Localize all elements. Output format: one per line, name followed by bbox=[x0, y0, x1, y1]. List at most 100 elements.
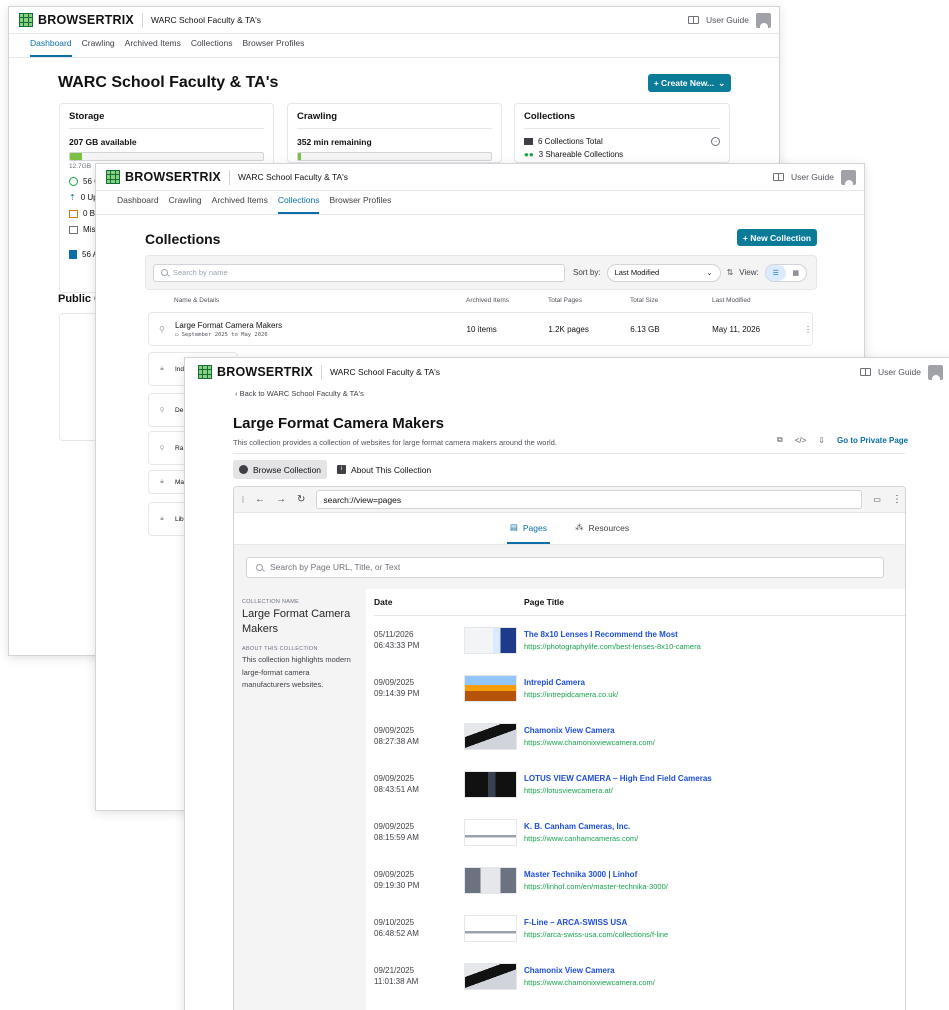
page-thumbnail[interactable] bbox=[464, 818, 517, 846]
tab-about-collection[interactable]: i About This Collection bbox=[331, 460, 437, 479]
col-date: Date bbox=[374, 597, 393, 607]
url-input[interactable]: search://view=pages bbox=[316, 490, 863, 509]
tab-browse-collection[interactable]: Browse Collection bbox=[233, 460, 328, 479]
more-options-icon[interactable]: ⋮ bbox=[892, 494, 902, 505]
page-url[interactable]: https://www.chamonixviewcamera.com/ bbox=[524, 738, 905, 747]
back-arrow-icon[interactable]: ← bbox=[255, 494, 265, 505]
page-url[interactable]: https://www.canhamcameras.com/ bbox=[524, 834, 905, 843]
table-row[interactable]: 09/09/2025 08:27:38 AM Chamonix View Camer… bbox=[374, 712, 905, 760]
collections-card-title: Collections bbox=[524, 111, 720, 129]
page-url[interactable]: https://linhof.com/en/master-technika-30… bbox=[524, 882, 905, 891]
table-row[interactable]: ⚲ Large Format Camera Makers ▭ September … bbox=[148, 312, 813, 346]
page-url[interactable]: https://lotusviewcamera.at/ bbox=[524, 786, 905, 795]
main-nav: Dashboard Crawling Archived Items Collec… bbox=[96, 191, 864, 215]
private-page-link[interactable]: Go to Private Page bbox=[837, 436, 908, 445]
list-view-icon[interactable]: ☰ bbox=[765, 264, 786, 281]
top-bar: BROWSERTRIX WARC School Faculty & TA's U… bbox=[96, 164, 864, 191]
collection-title: Large Format Camera Makers bbox=[233, 415, 444, 432]
table-row[interactable]: 09/09/2025 09:14:39 PM Intrepid Camera http… bbox=[374, 664, 905, 712]
user-guide-link[interactable]: User Guide bbox=[791, 172, 834, 182]
page-title-link[interactable]: F-Line – ARCA-SWISS USA bbox=[524, 918, 905, 927]
download-icon[interactable]: ⇩ bbox=[818, 436, 825, 445]
link-icon: ⚲ bbox=[159, 445, 165, 452]
page-title-link[interactable]: K. B. Canham Cameras, Inc. bbox=[524, 822, 905, 831]
page-url[interactable]: https://www.chamonixviewcamera.com/ bbox=[524, 978, 905, 987]
nav-browser-profiles[interactable]: Browser Profiles bbox=[242, 38, 304, 57]
page-title-link[interactable]: LOTUS VIEW CAMERA – High End Field Camer… bbox=[524, 774, 905, 783]
pages-list: Date Page Title 05/11/2026 06:43:33 PM The… bbox=[366, 589, 905, 1010]
check-circle-icon bbox=[69, 177, 78, 186]
new-collection-button[interactable]: + New Collection bbox=[737, 229, 817, 246]
back-link[interactable]: ‹ Back to WARC School Faculty & TA's bbox=[235, 389, 364, 398]
crawl-meter-fill bbox=[298, 153, 301, 160]
user-guide-link[interactable]: User Guide bbox=[706, 15, 749, 25]
org-name[interactable]: WARC School Faculty & TA's bbox=[151, 15, 261, 25]
nav-crawling[interactable]: Crawling bbox=[82, 38, 115, 57]
table-row[interactable]: 09/21/2025 11:01:38 AM Chamonix View Camer… bbox=[374, 952, 905, 1000]
table-row[interactable]: 09/09/2025 08:43:51 AM LOTUS VIEW CAMERA –… bbox=[374, 760, 905, 808]
table-row[interactable]: 09/10/2025 06:48:52 AM F-Line – ARCA-SWISS… bbox=[374, 904, 905, 952]
page-thumbnail[interactable] bbox=[464, 770, 517, 798]
sort-direction-icon[interactable]: ⇅ bbox=[727, 268, 734, 277]
nav-browser-profiles[interactable]: Browser Profiles bbox=[329, 195, 391, 214]
page-thumbnail[interactable] bbox=[464, 722, 517, 750]
nav-collections[interactable]: Collections bbox=[191, 38, 233, 57]
sidebar-toggle-icon[interactable] bbox=[242, 496, 244, 503]
page-title-link[interactable]: Chamonix View Camera bbox=[524, 966, 905, 975]
page-title-link[interactable]: Chamonix View Camera bbox=[524, 726, 905, 735]
search-input[interactable]: Search by name bbox=[153, 263, 565, 282]
page-url[interactable]: https://arca-swiss-usa.com/collections/f… bbox=[524, 930, 905, 939]
brand-logo[interactable]: BROWSERTRIX bbox=[198, 365, 313, 379]
nav-dashboard[interactable]: Dashboard bbox=[117, 195, 159, 214]
copy-icon[interactable]: ⧉ bbox=[777, 435, 783, 445]
page-thumbnail[interactable] bbox=[464, 962, 517, 990]
page-date: 09/09/2025 08:43:51 AM bbox=[374, 773, 419, 795]
brand-logo[interactable]: BROWSERTRIX bbox=[19, 13, 134, 27]
page-thumbnail[interactable] bbox=[464, 914, 517, 942]
collection-name[interactable]: Large Format Camera Makers bbox=[175, 321, 282, 330]
user-guide-link[interactable]: User Guide bbox=[878, 367, 921, 377]
page-thumbnail[interactable] bbox=[464, 626, 517, 654]
page-title-link[interactable]: Master Technika 3000 | Linhof bbox=[524, 870, 905, 879]
nav-archived-items[interactable]: Archived Items bbox=[125, 38, 181, 57]
forward-arrow-icon[interactable]: → bbox=[276, 494, 286, 505]
avatar[interactable] bbox=[756, 12, 771, 28]
avatar[interactable] bbox=[841, 169, 856, 185]
storage-meter bbox=[69, 152, 264, 161]
nav-archived-items[interactable]: Archived Items bbox=[212, 195, 268, 214]
table-row[interactable]: 09/09/2025 09:19:30 PM Master Technika 300… bbox=[374, 856, 905, 904]
search-icon bbox=[161, 269, 168, 276]
sort-select[interactable]: Last Modified ⌄ bbox=[606, 263, 721, 282]
collections-total[interactable]: 6 Collections Total → bbox=[524, 137, 720, 146]
tab-resources[interactable]: ⁂ Resources bbox=[572, 513, 632, 544]
org-name[interactable]: WARC School Faculty & TA's bbox=[238, 172, 348, 182]
embed-code-icon[interactable]: </> bbox=[795, 436, 807, 445]
page-title-link[interactable]: The 8x10 Lenses I Recommend the Most bbox=[524, 630, 905, 639]
screen-icon[interactable]: ▭ bbox=[873, 495, 881, 504]
reload-icon[interactable]: ↻ bbox=[297, 494, 305, 505]
page-title: Collections bbox=[145, 231, 221, 247]
page-date: 09/09/2025 08:27:38 AM bbox=[374, 725, 419, 747]
more-options-icon[interactable]: ⋮ bbox=[804, 325, 812, 334]
nav-collections[interactable]: Collections bbox=[277, 195, 320, 214]
table-row[interactable]: 05/11/2026 06:43:33 PM The 8x10 Lenses I R… bbox=[374, 616, 905, 664]
avatar[interactable] bbox=[928, 364, 943, 380]
table-row[interactable]: 09/09/2025 08:15:59 AM K. B. Canham Camera… bbox=[374, 808, 905, 856]
create-new-button[interactable]: + Create New... ⌄ bbox=[648, 74, 731, 92]
nav-dashboard[interactable]: Dashboard bbox=[30, 38, 72, 57]
page-url[interactable]: https://intrepidcamera.co.uk/ bbox=[524, 690, 905, 699]
col-modified: Last Modified bbox=[712, 297, 751, 304]
upload-icon: ⇡ bbox=[69, 193, 76, 202]
storage-title: Storage bbox=[69, 111, 264, 129]
grid-view-icon[interactable]: ▦ bbox=[786, 265, 806, 281]
page-url[interactable]: https://photographylife.com/best-lenses-… bbox=[524, 642, 905, 651]
org-name[interactable]: WARC School Faculty & TA's bbox=[330, 367, 440, 377]
tab-pages[interactable]: ▤ Pages bbox=[506, 513, 550, 544]
page-title-link[interactable]: Intrepid Camera bbox=[524, 678, 905, 687]
page-thumbnail[interactable] bbox=[464, 866, 517, 894]
collection-name-label: COLLECTION NAME bbox=[242, 599, 300, 605]
page-search-input[interactable]: Search by Page URL, Title, or Text bbox=[246, 556, 884, 578]
brand-logo[interactable]: BROWSERTRIX bbox=[106, 170, 221, 184]
nav-crawling[interactable]: Crawling bbox=[169, 195, 202, 214]
page-thumbnail[interactable] bbox=[464, 674, 517, 702]
